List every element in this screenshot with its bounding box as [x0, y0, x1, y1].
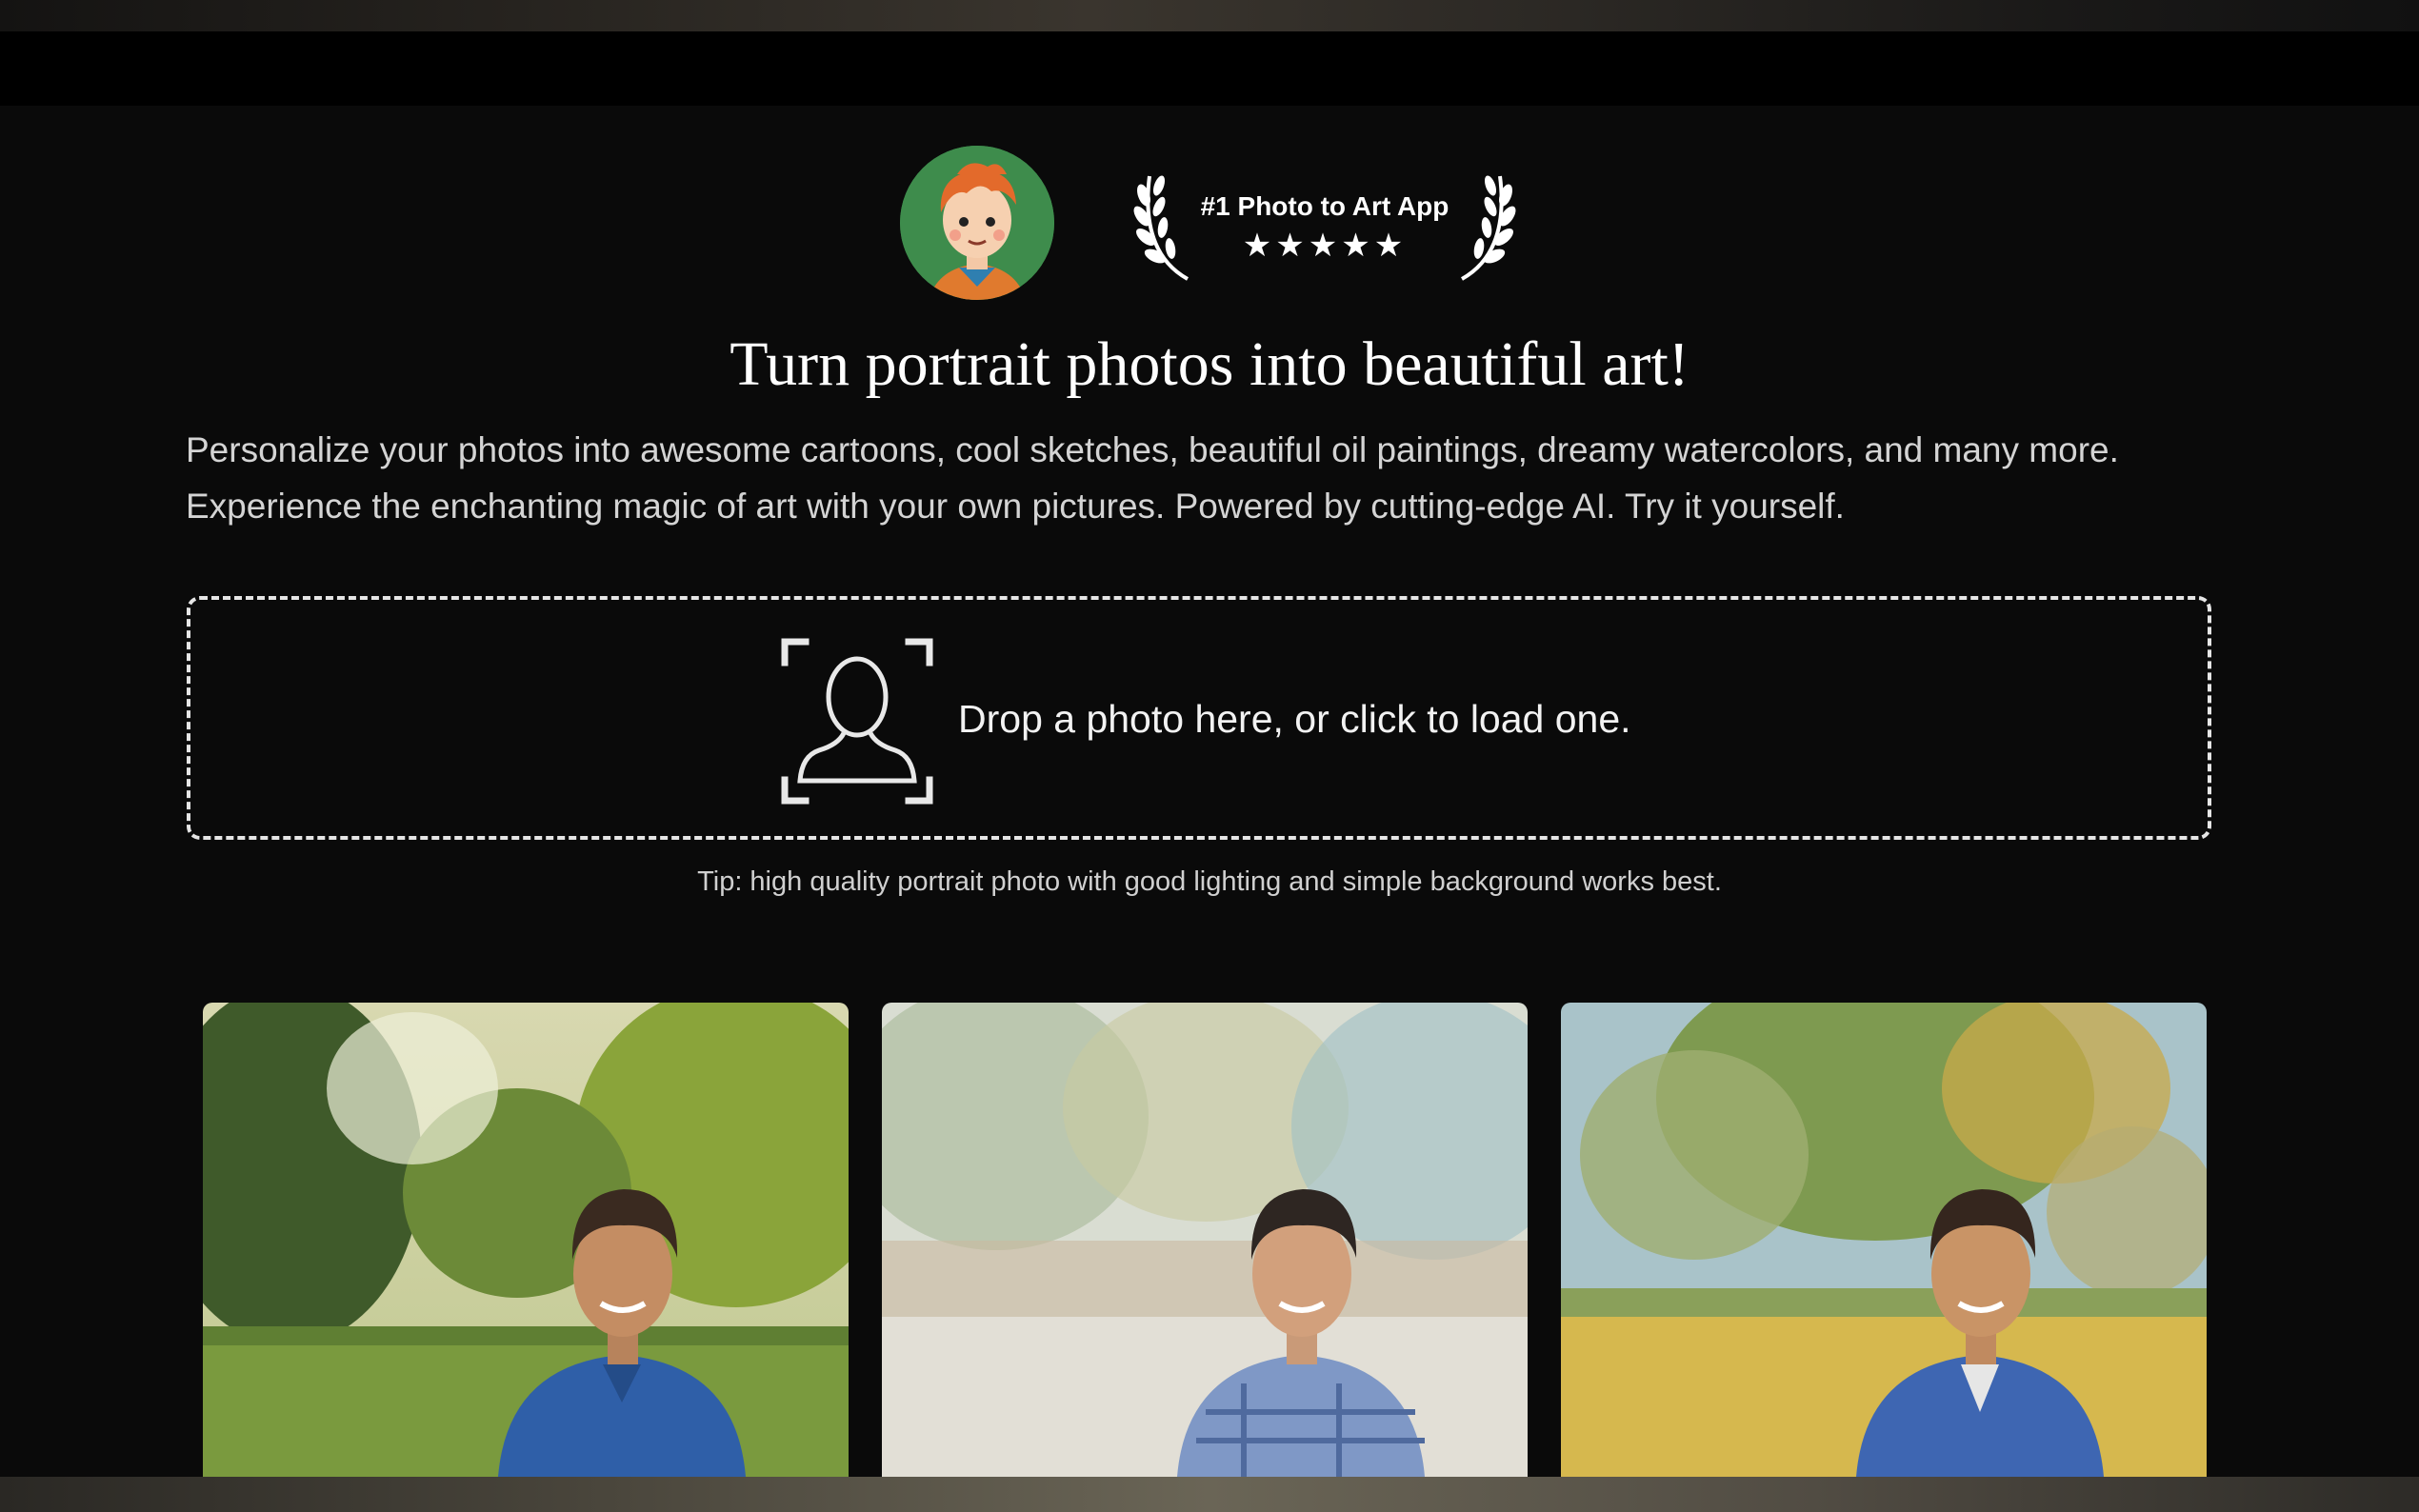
example-photo-original	[203, 1003, 849, 1477]
award-badge: #1 Photo to Art App ★★★★★	[1129, 157, 1521, 288]
window-bottom-strip	[0, 1477, 2419, 1512]
page-title: Turn portrait photos into beautiful art!	[730, 329, 1689, 399]
description-line-1: Personalize your photos into awesome car…	[186, 430, 2119, 469]
upload-tip: Tip: high quality portrait photo with go…	[697, 866, 1722, 897]
laurel-left-icon	[1133, 175, 1189, 281]
laurel-right-icon	[1461, 175, 1516, 281]
example-watercolor	[882, 1003, 1528, 1477]
photo-dropzone[interactable]: Drop a photo here, or click to load one.	[187, 596, 2211, 840]
dropzone-label: Drop a photo here, or click to load one.	[958, 697, 1631, 741]
star-rating: ★★★★★	[1242, 228, 1408, 264]
description: Personalize your photos into awesome car…	[186, 422, 2281, 534]
description-line-2: Experience the enchanting magic of art w…	[186, 487, 1845, 526]
portrait-upload-icon	[781, 638, 933, 805]
window-top-strip	[0, 0, 2419, 31]
top-bar	[0, 31, 2419, 106]
example-oil-painting	[1561, 1003, 2207, 1477]
badge-title: #1 Photo to Art App	[1200, 191, 1449, 221]
cartoon-boy-logo	[900, 146, 1054, 300]
